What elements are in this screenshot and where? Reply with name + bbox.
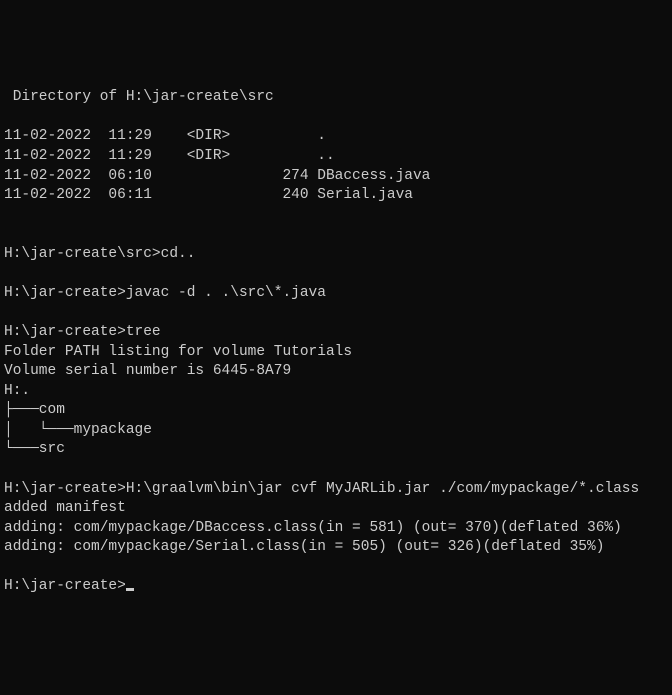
- tree-output: H:.: [4, 383, 30, 399]
- dir-entry: 11-02-2022 11:29 <DIR> ..: [4, 148, 335, 164]
- jar-output: adding: com/mypackage/Serial.class(in = …: [4, 539, 604, 555]
- prompt[interactable]: H:\jar-create>: [4, 578, 126, 594]
- dir-entry: 11-02-2022 06:11 240 Serial.java: [4, 187, 413, 203]
- command-line: H:\jar-create>H:\graalvm\bin\jar cvf MyJ…: [4, 481, 639, 497]
- jar-output: adding: com/mypackage/DBaccess.class(in …: [4, 520, 622, 536]
- tree-output: └───src: [4, 441, 65, 457]
- dir-entry: 11-02-2022 11:29 <DIR> .: [4, 128, 326, 144]
- command-line: H:\jar-create>javac -d . .\src\*.java: [4, 285, 326, 301]
- tree-output: Volume serial number is 6445-8A79: [4, 363, 291, 379]
- command-line: H:\jar-create\src>cd..: [4, 246, 195, 262]
- tree-output: ├───com: [4, 402, 65, 418]
- dir-entry: 11-02-2022 06:10 274 DBaccess.java: [4, 168, 430, 184]
- tree-output: Folder PATH listing for volume Tutorials: [4, 344, 352, 360]
- dir-header: Directory of H:\jar-create\src: [4, 89, 274, 105]
- cursor: [126, 588, 134, 591]
- terminal-output: Directory of H:\jar-create\src 11-02-202…: [4, 88, 668, 597]
- tree-output: │ └───mypackage: [4, 422, 152, 438]
- jar-output: added manifest: [4, 500, 126, 516]
- command-line: H:\jar-create>tree: [4, 324, 161, 340]
